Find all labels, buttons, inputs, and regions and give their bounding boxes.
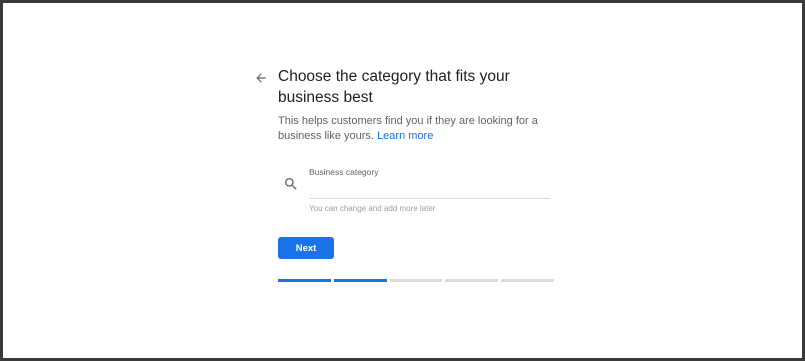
business-category-label: Business category bbox=[309, 167, 379, 177]
business-category-input[interactable] bbox=[309, 179, 550, 196]
field-helper-text: You can change and add more later bbox=[309, 204, 436, 213]
business-category-field[interactable]: Business category bbox=[309, 167, 550, 199]
progress-segment bbox=[333, 279, 387, 282]
arrow-left-icon bbox=[256, 73, 266, 83]
learn-more-link[interactable]: Learn more bbox=[377, 130, 433, 142]
progress-bar bbox=[278, 279, 554, 282]
search-icon bbox=[285, 178, 297, 190]
next-button[interactable]: Next bbox=[278, 237, 334, 259]
back-button[interactable] bbox=[250, 67, 272, 89]
progress-segment bbox=[389, 279, 443, 282]
progress-segment bbox=[501, 279, 554, 282]
progress-segment bbox=[278, 279, 331, 282]
page-subtitle: This helps customers find you if they ar… bbox=[278, 114, 540, 144]
page-frame: Choose the category that fits your busin… bbox=[3, 3, 802, 358]
page-title: Choose the category that fits your busin… bbox=[278, 68, 510, 106]
progress-segment bbox=[445, 279, 499, 282]
